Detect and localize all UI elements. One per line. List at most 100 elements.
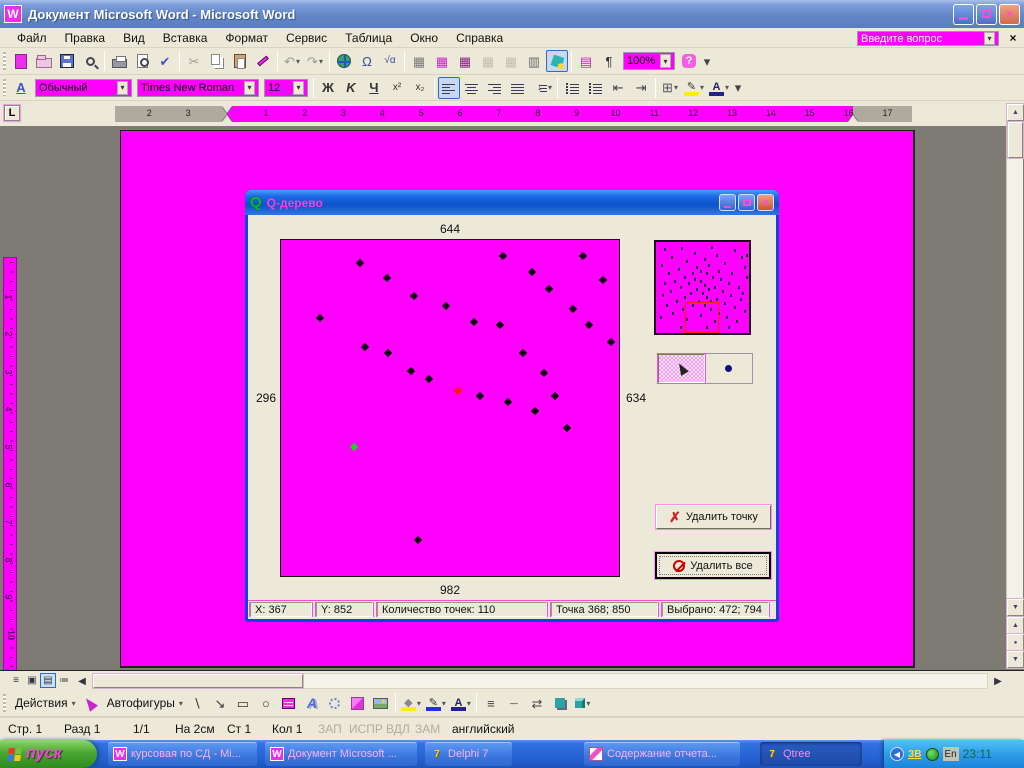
align-left[interactable] xyxy=(438,76,460,99)
increase-indent[interactable]: ⇥ xyxy=(630,77,652,99)
task-delphi-7[interactable]: 7 Delphi 7 xyxy=(425,742,512,766)
outside-border[interactable]: ⊞ ▾ xyxy=(659,77,681,99)
delete-all-button[interactable]: Удалить все xyxy=(655,552,771,579)
chevron-down-icon[interactable]: ▾ xyxy=(117,80,128,95)
minimap-viewport[interactable] xyxy=(685,302,719,333)
point[interactable] xyxy=(503,397,513,407)
dash-style[interactable]: ┈ xyxy=(503,692,525,714)
menu-Сервис[interactable]: Сервис xyxy=(277,29,336,47)
show-formatting-marks[interactable]: ¶ xyxy=(598,50,620,72)
chevron-down-icon[interactable]: ▾ xyxy=(660,54,671,68)
ask-question-input[interactable]: Введите вопрос ▾ xyxy=(857,31,999,46)
first-line-indent-marker[interactable] xyxy=(222,106,232,113)
table-gridlines[interactable]: ▦ xyxy=(500,50,522,72)
bullets[interactable] xyxy=(584,77,606,99)
rectangle[interactable]: ▭ xyxy=(232,692,254,714)
scroll-left-button[interactable]: ◀ xyxy=(74,673,90,689)
previous-page-button[interactable]: ▲ xyxy=(1006,616,1024,635)
hanging-indent-marker[interactable] xyxy=(222,115,232,122)
draw-actions-menu[interactable]: Действия ▾ xyxy=(10,692,78,714)
horizontal-ruler[interactable]: 3211234567891011121314151617 xyxy=(115,106,912,122)
insert-excel-table[interactable]: ▦ xyxy=(454,50,476,72)
minimap[interactable] xyxy=(654,240,751,335)
toolbar-grip[interactable] xyxy=(3,694,6,712)
align-right[interactable] xyxy=(484,77,506,99)
redo[interactable]: ↷ ▾ xyxy=(304,50,326,72)
subscript[interactable]: x₂ xyxy=(409,77,431,99)
ask-close-icon[interactable]: × xyxy=(1005,30,1021,46)
line-style[interactable]: ≡ xyxy=(480,692,502,714)
tables-and-borders[interactable]: ▦ xyxy=(408,50,430,72)
qtree-maximize-button[interactable] xyxy=(738,194,755,211)
save[interactable] xyxy=(56,50,78,72)
task-qtree[interactable]: 7 Qtree xyxy=(760,742,862,766)
web-layout-view[interactable]: ▣ xyxy=(24,673,40,688)
menu-Вид[interactable]: Вид xyxy=(114,29,154,47)
point[interactable] xyxy=(584,320,594,330)
line-color[interactable]: ✎ ▾ xyxy=(424,692,448,714)
style-combo[interactable]: Обычный ▾ xyxy=(35,78,132,97)
print-preview[interactable] xyxy=(131,50,153,72)
maximize-button[interactable] xyxy=(976,3,997,25)
qtree-minimize-button[interactable] xyxy=(719,194,736,211)
underline[interactable]: Ч xyxy=(363,77,385,99)
scroll-up-button[interactable]: ▲ xyxy=(1006,103,1024,122)
menu-Правка[interactable]: Правка xyxy=(56,29,115,47)
language-indicator[interactable]: En xyxy=(942,747,959,761)
help[interactable]: ? xyxy=(678,50,700,72)
scroll-down-button[interactable]: ▼ xyxy=(1006,598,1024,617)
menu-Формат[interactable]: Формат xyxy=(216,29,277,47)
print-layout-view[interactable]: ▤ xyxy=(40,673,56,688)
menu-Файл[interactable]: Файл xyxy=(8,29,56,47)
document-map[interactable]: ▤ xyxy=(575,50,597,72)
task--mi-[interactable]: Wкурсовая по СД - Mi... xyxy=(108,742,257,766)
highlight[interactable]: ✎ ▾ xyxy=(682,77,706,99)
next-page-button[interactable]: ▼ xyxy=(1006,650,1024,669)
start-button[interactable]: пуск xyxy=(0,740,97,768)
font-combo[interactable]: Times New Roman ▾ xyxy=(137,78,259,97)
point-plot-canvas[interactable] xyxy=(280,239,620,577)
font-color[interactable]: А ▾ xyxy=(707,77,731,99)
insert-wordart[interactable]: A xyxy=(301,692,323,714)
point[interactable] xyxy=(409,291,419,301)
point[interactable] xyxy=(424,374,434,384)
justify[interactable] xyxy=(507,77,529,99)
size-combo[interactable]: 12 ▾ xyxy=(264,78,308,97)
status-mode-ВДЛ[interactable]: ВДЛ xyxy=(386,722,410,736)
close-button[interactable]: × xyxy=(999,3,1020,25)
point[interactable] xyxy=(498,251,508,261)
decrease-indent[interactable]: ⇤ xyxy=(607,77,629,99)
autoshapes-menu[interactable]: Автофигуры ▾ xyxy=(102,692,185,714)
point[interactable] xyxy=(475,391,485,401)
drawing-toolbar[interactable] xyxy=(546,50,568,72)
outline-view[interactable]: ≔ xyxy=(56,673,72,688)
font-color-drawing[interactable]: А ▾ xyxy=(449,692,473,714)
arrow[interactable]: ↘ xyxy=(209,692,231,714)
tray-lang-tool-icon[interactable]: ЗВ xyxy=(908,749,922,760)
point[interactable] xyxy=(441,301,451,311)
point[interactable] xyxy=(598,275,608,285)
toolbar-options[interactable]: ▾ xyxy=(701,50,713,72)
tray-collapse-icon[interactable]: ◀ xyxy=(890,747,904,761)
line-spacing[interactable]: ↕ ▾ xyxy=(530,77,554,99)
point[interactable] xyxy=(562,423,572,433)
point[interactable] xyxy=(355,258,365,268)
cut[interactable]: ✂ xyxy=(183,50,205,72)
browse-object-button[interactable]: ● xyxy=(1006,633,1024,652)
superscript[interactable]: x² xyxy=(386,77,408,99)
menu-Таблица[interactable]: Таблица xyxy=(336,29,401,47)
line[interactable]: ∖ xyxy=(186,692,208,714)
point[interactable] xyxy=(406,366,416,376)
point[interactable] xyxy=(495,320,505,330)
task--[interactable]: Содержание отчета... xyxy=(584,742,740,766)
tab-selector-button[interactable]: L xyxy=(3,104,21,122)
menu-Справка[interactable]: Справка xyxy=(447,29,512,47)
undo[interactable]: ↶ ▾ xyxy=(281,50,303,72)
italic[interactable]: K xyxy=(340,77,362,99)
qtree-titlebar[interactable]: Q Q-дерево × xyxy=(245,190,779,215)
align-center[interactable] xyxy=(461,77,483,99)
threed-style[interactable]: ▾ xyxy=(572,692,594,714)
text-box[interactable] xyxy=(278,692,300,714)
insert-symbol[interactable]: Ω xyxy=(356,50,378,72)
zoom-level[interactable]: 100% ▾ xyxy=(623,52,675,70)
